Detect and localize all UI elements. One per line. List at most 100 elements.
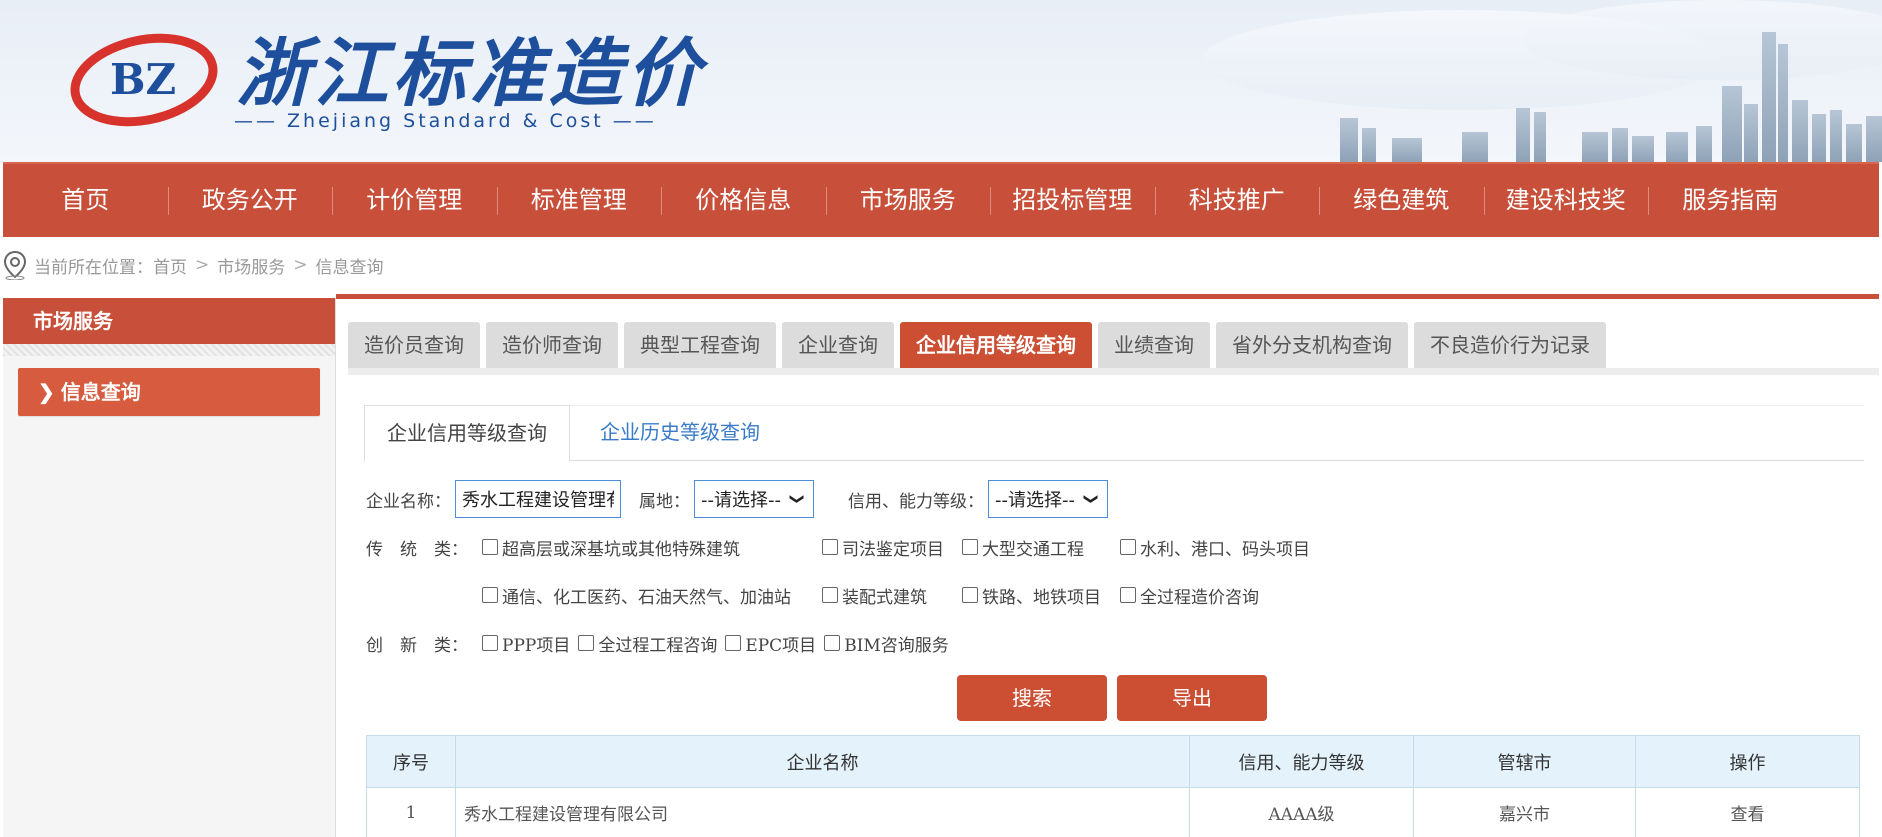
nav-item-tech-awards[interactable]: 建设科技奖	[1483, 163, 1649, 238]
search-row: 企业名称： 属地： --请选择-- ❯ 信用、能力等级： --请选择-- ❯	[366, 479, 1108, 519]
checkbox-box[interactable]	[822, 539, 838, 555]
checkbox-full-process-cost[interactable]: 全过程造价咨询	[1120, 583, 1259, 608]
grade-select-value: --请选择--	[995, 490, 1075, 511]
chevron-down-icon: ❯	[788, 493, 805, 505]
nav-item-service-guide[interactable]: 服务指南	[1648, 163, 1813, 238]
region-select-value: --请选择--	[701, 490, 781, 511]
checkbox-box[interactable]	[725, 635, 742, 651]
checkbox-label: 大型交通工程	[982, 539, 1084, 560]
breadcrumb-prefix: 当前所在位置：	[34, 257, 153, 278]
checkbox-ppp[interactable]: PPP项目	[482, 631, 570, 656]
checkbox-box[interactable]	[482, 635, 498, 651]
main-nav: 首页 政务公开 计价管理 标准管理 价格信息 市场服务 招投标管理 科技推广 绿…	[3, 162, 1879, 237]
nav-item-green-building[interactable]: 绿色建筑	[1319, 163, 1484, 238]
site-title: 浙江标准造价	[236, 31, 704, 117]
checkbox-full-process-consulting[interactable]: 全过程工程咨询	[578, 631, 717, 656]
location-pin-icon	[3, 250, 27, 280]
nav-item-tech-promotion[interactable]: 科技推广	[1154, 163, 1320, 238]
checkbox-label: 全过程造价咨询	[1140, 587, 1259, 608]
tab-typical-project-query[interactable]: 典型工程查询	[624, 322, 776, 368]
checkbox-water-port[interactable]: 水利、港口、码头项目	[1120, 535, 1310, 560]
checkbox-label: PPP项目	[502, 635, 571, 656]
tab-out-of-province-branch-query[interactable]: 省外分支机构查询	[1216, 322, 1408, 368]
nav-item-market-services[interactable]: 市场服务	[825, 163, 991, 238]
tab-performance-query[interactable]: 业绩查询	[1098, 322, 1210, 368]
checkbox-label: 全过程工程咨询	[598, 635, 718, 656]
breadcrumb-separator: >	[195, 255, 210, 275]
column-header-company: 企业名称	[455, 735, 1190, 788]
company-name-input[interactable]	[455, 480, 621, 518]
tab-bad-behavior-records[interactable]: 不良造价行为记录	[1414, 322, 1606, 368]
column-header-grade: 信用、能力等级	[1189, 735, 1414, 788]
query-panel: 企业信用等级查询 企业历史等级查询 企业名称： 属地： --请选择-- ❯ 信用…	[348, 375, 1879, 837]
checkbox-label: 装配式建筑	[842, 587, 927, 608]
chevron-right-icon: ❯	[38, 380, 55, 404]
bz-logo-icon[interactable]: BZ	[70, 30, 218, 130]
nav-item-home[interactable]: 首页	[3, 163, 168, 238]
checkbox-label: 司法鉴定项目	[842, 539, 944, 560]
checkbox-label: BIM咨询服务	[844, 635, 949, 656]
sidebar-item-info-query[interactable]: ❯ 信息查询	[18, 368, 320, 416]
chevron-down-icon: ❯	[1082, 493, 1099, 505]
checkbox-box[interactable]	[1120, 539, 1136, 555]
checkbox-super-high-rise[interactable]: 超高层或深基坑或其他特殊建筑	[482, 535, 822, 560]
subtab-credit-grade-query[interactable]: 企业信用等级查询	[364, 405, 570, 462]
cell-company-name: 秀水工程建设管理有限公司	[455, 787, 1190, 837]
breadcrumb-home[interactable]: 首页	[153, 253, 187, 278]
checkbox-box[interactable]	[578, 635, 595, 651]
checkbox-large-transport[interactable]: 大型交通工程	[962, 535, 1120, 560]
view-link[interactable]: 查看	[1635, 787, 1860, 837]
breadcrumb: 当前所在位置： 首页 > 市场服务 > 信息查询	[0, 248, 384, 282]
nav-item-price-info[interactable]: 价格信息	[661, 163, 826, 238]
nav-item-bidding[interactable]: 招投标管理	[990, 163, 1155, 238]
checkbox-label: 通信、化工医药、石油天然气、加油站	[502, 587, 791, 608]
checkbox-epc[interactable]: EPC项目	[725, 631, 816, 656]
company-name-label: 企业名称：	[366, 491, 451, 512]
checkbox-judicial-appraisal[interactable]: 司法鉴定项目	[822, 535, 962, 560]
sidebar-item-label: 信息查询	[60, 380, 141, 404]
tab-enterprise-query[interactable]: 企业查询	[782, 322, 894, 368]
breadcrumb-info-query[interactable]: 信息查询	[316, 253, 384, 278]
grade-select[interactable]: --请选择-- ❯	[988, 480, 1108, 518]
checkbox-label: EPC项目	[745, 635, 817, 656]
checkbox-box[interactable]	[824, 635, 841, 651]
nav-item-standards[interactable]: 标准管理	[496, 163, 662, 238]
site-banner: BZ 浙江标准造价 —— Zhejiang Standard & Cost ——	[0, 0, 1882, 162]
checkbox-box[interactable]	[482, 587, 498, 603]
sidebar: 市场服务 ❯ 信息查询	[3, 298, 336, 837]
cell-city: 嘉兴市	[1413, 787, 1636, 837]
tab-cost-engineer-query[interactable]: 造价员查询	[348, 322, 480, 368]
breadcrumb-market-services[interactable]: 市场服务	[217, 253, 285, 278]
checkbox-box[interactable]	[1120, 587, 1136, 603]
checkbox-box[interactable]	[822, 587, 838, 603]
innovation-row: 创 新 类： PPP项目 全过程工程咨询 EPC项目 BIM咨询服务	[366, 628, 949, 658]
nav-item-pricing-management[interactable]: 计价管理	[332, 163, 497, 238]
table-row: 1 秀水工程建设管理有限公司 AAAA级 嘉兴市 查看	[366, 787, 1860, 837]
checkbox-box[interactable]	[482, 539, 498, 555]
checkbox-prefab-building[interactable]: 装配式建筑	[822, 583, 962, 608]
tab-cost-architect-query[interactable]: 造价师查询	[486, 322, 618, 368]
region-select[interactable]: --请选择-- ❯	[694, 480, 814, 518]
innovation-label: 创 新 类：	[366, 635, 468, 656]
nav-item-government[interactable]: 政务公开	[167, 163, 333, 238]
traditional-label: 传 统 类：	[366, 539, 468, 560]
checkbox-rail-metro[interactable]: 铁路、地铁项目	[962, 583, 1120, 608]
subtab-history-grade-query[interactable]: 企业历史等级查询	[578, 405, 782, 462]
checkbox-box[interactable]	[962, 587, 978, 603]
subtabs: 企业信用等级查询 企业历史等级查询	[364, 405, 1864, 462]
checkbox-telecom-chemical[interactable]: 通信、化工医药、石油天然气、加油站	[482, 583, 822, 608]
traditional-row-1: 传 统 类： 超高层或深基坑或其他特殊建筑 司法鉴定项目 大型交通工程 水利、港…	[366, 532, 1310, 562]
cell-index: 1	[366, 787, 456, 837]
table-header-row: 序号 企业名称 信用、能力等级 管辖市 操作	[366, 735, 1860, 788]
export-button[interactable]: 导出	[1117, 675, 1267, 721]
column-header-action: 操作	[1635, 735, 1860, 788]
checkbox-bim[interactable]: BIM咨询服务	[824, 631, 949, 656]
search-button[interactable]: 搜索	[957, 675, 1107, 721]
traditional-row-2: 通信、化工医药、石油天然气、加油站 装配式建筑 铁路、地铁项目 全过程造价咨询	[366, 580, 1259, 610]
site-subtitle: —— Zhejiang Standard & Cost ——	[234, 110, 657, 132]
checkbox-box[interactable]	[962, 539, 978, 555]
results-table: 序号 企业名称 信用、能力等级 管辖市 操作 1 秀水工程建设管理有限公司 AA…	[366, 735, 1860, 837]
tab-credit-grade-query[interactable]: 企业信用等级查询	[900, 322, 1092, 368]
checkbox-label: 水利、港口、码头项目	[1140, 539, 1310, 560]
sidebar-divider	[3, 344, 335, 356]
